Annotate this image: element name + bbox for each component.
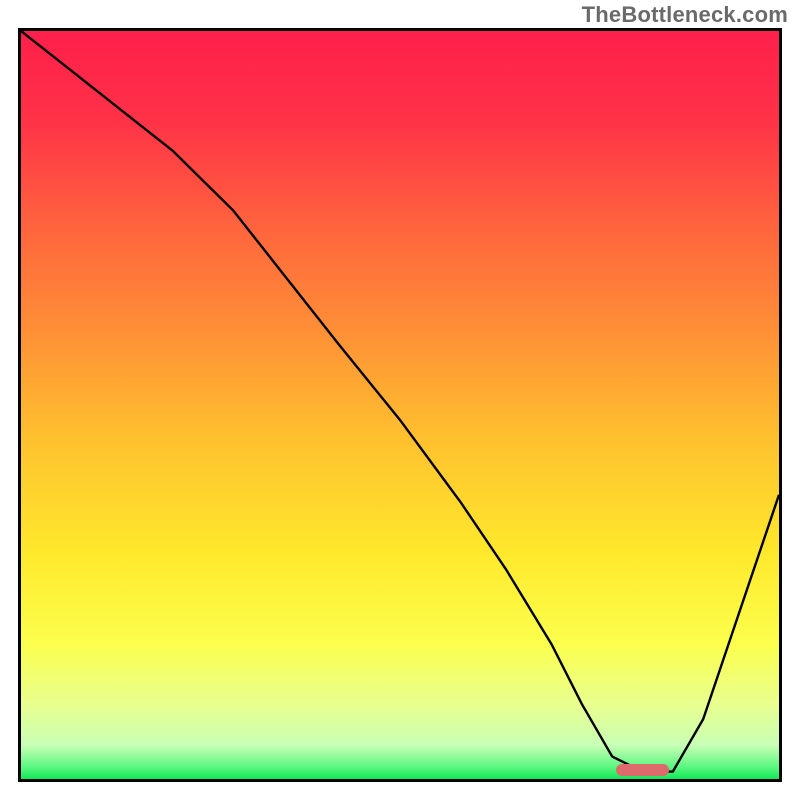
chart-stage: TheBottleneck.com <box>0 0 800 800</box>
watermark-text: TheBottleneck.com <box>582 2 788 28</box>
optimal-marker <box>616 764 669 776</box>
bottleneck-curve <box>21 31 779 772</box>
curve-layer <box>21 31 779 779</box>
plot-area <box>18 28 782 782</box>
